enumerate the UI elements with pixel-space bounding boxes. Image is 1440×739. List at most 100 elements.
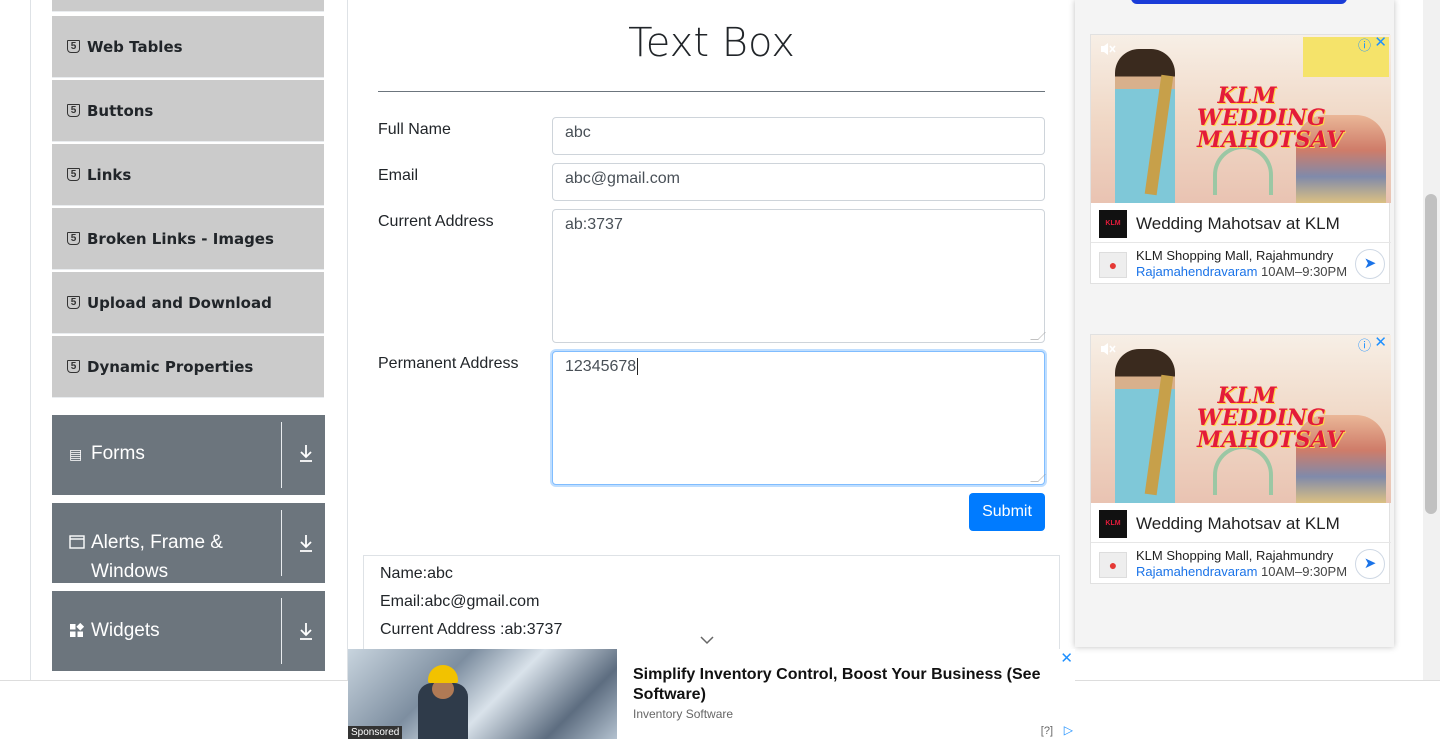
permanent-address-textarea[interactable]: 12345678 [552, 351, 1046, 485]
sidebar-item-label: Broken Links - Images [87, 229, 274, 248]
sidebar-group-label: Alerts, Frame & Windows [91, 532, 223, 582]
document-icon: ▤ [69, 446, 83, 462]
submit-button[interactable]: Submit [969, 493, 1045, 531]
ad-banner-title: KLM WEDDING MAHOTSAV [1197, 83, 1344, 153]
download-arrow-icon[interactable] [296, 533, 316, 558]
bottom-ad-headline[interactable]: Simplify Inventory Control, Boost Your B… [633, 665, 1053, 705]
download-arrow-icon[interactable] [296, 621, 316, 646]
directions-icon[interactable]: ➤ [1355, 549, 1385, 579]
divider [281, 598, 282, 664]
sidebar-group-label: Widgets [91, 620, 160, 641]
permanent-address-label: Permanent Address [378, 355, 519, 372]
ad-info-icon[interactable]: ⓘ [1358, 335, 1371, 354]
current-address-textarea[interactable]: ab:3737 [552, 209, 1046, 343]
email-input[interactable]: abc@gmail.com [552, 163, 1045, 201]
resize-handle-icon[interactable] [1030, 332, 1046, 340]
sidebar-item-previous[interactable] [52, 0, 324, 12]
sidebar-item-label: Dynamic Properties [87, 357, 254, 376]
text-cursor [637, 358, 639, 376]
scrollbar-thumb[interactable] [1425, 194, 1437, 514]
sidebar-item-buttons[interactable]: 5 Buttons [52, 80, 324, 142]
email-value: abc@gmail.com [565, 170, 680, 187]
ad-column: KLM WEDDING MAHOTSAV ⓘ ✕ KLM Wedding Mah… [1075, 0, 1394, 647]
download-arrow-icon[interactable] [296, 443, 316, 468]
permanent-address-value: 12345678 [565, 358, 637, 375]
mute-icon[interactable] [1099, 341, 1117, 362]
ad-hours: 10AM–9:30PM [1261, 264, 1348, 279]
sidebar-item-links[interactable]: 5 Links [52, 144, 324, 206]
ad-close-icon[interactable]: ✕ [1060, 649, 1073, 667]
ad-choices-icon[interactable]: ▷ [1064, 723, 1073, 737]
ad-top-button[interactable] [1131, 0, 1347, 4]
klm-logo: KLM [1099, 210, 1127, 238]
directions-icon[interactable]: ➤ [1355, 249, 1385, 279]
html5-icon: 5 [67, 40, 80, 53]
ad-close-icon[interactable]: ✕ [1374, 333, 1387, 351]
current-address-label: Current Address [378, 213, 494, 230]
ad-worker-helmet [428, 665, 458, 683]
chevron-down-icon[interactable] [700, 632, 714, 648]
output-name: Name:abc [380, 565, 453, 582]
full-name-label: Full Name [378, 121, 451, 138]
ad-headline-row[interactable]: KLM Wedding Mahotsav at KLM [1091, 503, 1391, 543]
sidebar-item-dynamic-properties[interactable]: 5 Dynamic Properties [52, 336, 324, 398]
side-ad-2[interactable]: KLM WEDDING MAHOTSAV ⓘ ✕ KLM Wedding Mah… [1090, 333, 1391, 584]
mute-icon[interactable] [1099, 41, 1117, 62]
ad-address: KLM Shopping Mall, Rajahmundry [1136, 548, 1334, 563]
full-name-input[interactable]: abc [552, 117, 1045, 155]
ad-worker-image: Sponsored [348, 649, 617, 739]
sidebar-group-label: Forms [91, 443, 145, 464]
ad-headline-row[interactable]: KLM Wedding Mahotsav at KLM [1091, 203, 1391, 243]
ad-hours: 10AM–9:30PM [1261, 564, 1348, 579]
resize-handle-icon[interactable] [1030, 474, 1046, 482]
sidebar-item-label: Buttons [87, 101, 154, 120]
ad-city: Rajamahendravaram [1136, 264, 1258, 279]
klm-logo: KLM [1099, 510, 1127, 538]
email-label: Email [378, 167, 419, 184]
full-name-value: abc [565, 124, 591, 141]
sidebar-group-alerts[interactable]: Alerts, Frame & Windows [52, 503, 325, 583]
widgets-icon [69, 622, 85, 641]
ad-city-line: Rajamahendravaram 10AM–9:30PM [1136, 264, 1347, 279]
ad-close-icon[interactable]: ✕ [1374, 33, 1387, 51]
sidebar-item-broken-links[interactable]: 5 Broken Links - Images [52, 208, 324, 270]
ad-headline: Wedding Mahotsav at KLM [1136, 514, 1340, 533]
ad-city-line: Rajamahendravaram 10AM–9:30PM [1136, 564, 1347, 579]
html5-icon: 5 [67, 168, 80, 181]
ad-location-row[interactable]: ● KLM Shopping Mall, Rajahmundry Rajamah… [1091, 244, 1391, 284]
ad-info-icon[interactable]: ⓘ [1358, 35, 1371, 54]
page-title: Text Box [628, 20, 795, 66]
sidebar-group-widgets[interactable]: Widgets [52, 591, 325, 671]
ad-help-link[interactable]: [?] [1041, 725, 1053, 737]
html5-icon: 5 [67, 296, 80, 309]
html5-icon: 5 [67, 360, 80, 373]
sidebar: 5 Web Tables 5 Buttons 5 Links 5 Broken … [30, 0, 348, 680]
map-pin-icon: ● [1099, 552, 1127, 578]
ad-address: KLM Shopping Mall, Rajahmundry [1136, 248, 1334, 263]
ad-banner-title: KLM WEDDING MAHOTSAV [1197, 383, 1344, 453]
current-address-value: ab:3737 [565, 216, 623, 233]
ad-location-row[interactable]: ● KLM Shopping Mall, Rajahmundry Rajamah… [1091, 544, 1391, 584]
map-pin-icon: ● [1099, 252, 1127, 278]
ad-banner-image: KLM WEDDING MAHOTSAV [1091, 35, 1391, 203]
ad-city: Rajamahendravaram [1136, 564, 1258, 579]
page: 5 Web Tables 5 Buttons 5 Links 5 Broken … [0, 0, 1440, 739]
side-ad-1[interactable]: KLM WEDDING MAHOTSAV ⓘ ✕ KLM Wedding Mah… [1090, 33, 1391, 284]
sidebar-item-upload-download[interactable]: 5 Upload and Download [52, 272, 324, 334]
sidebar-item-label: Links [87, 165, 132, 184]
bottom-ad[interactable]: Sponsored Simplify Inventory Control, Bo… [348, 649, 1075, 739]
divider [281, 510, 282, 576]
sponsored-label: Sponsored [348, 726, 403, 739]
html5-icon: 5 [67, 232, 80, 245]
sidebar-group-forms[interactable]: ▤ Forms [52, 415, 325, 495]
sidebar-item-label: Upload and Download [87, 293, 272, 312]
html5-icon: 5 [67, 104, 80, 117]
ad-headline: Wedding Mahotsav at KLM [1136, 214, 1340, 233]
divider [281, 422, 282, 488]
window-icon [69, 535, 85, 552]
sidebar-item-label: Web Tables [87, 37, 183, 56]
main-content: Text Box Full Name abc Email abc@gmail.c… [348, 0, 1075, 680]
ad-banner-image: KLM WEDDING MAHOTSAV [1091, 335, 1391, 503]
bottom-ad-source: Inventory Software [633, 707, 734, 721]
sidebar-item-web-tables[interactable]: 5 Web Tables [52, 16, 324, 78]
